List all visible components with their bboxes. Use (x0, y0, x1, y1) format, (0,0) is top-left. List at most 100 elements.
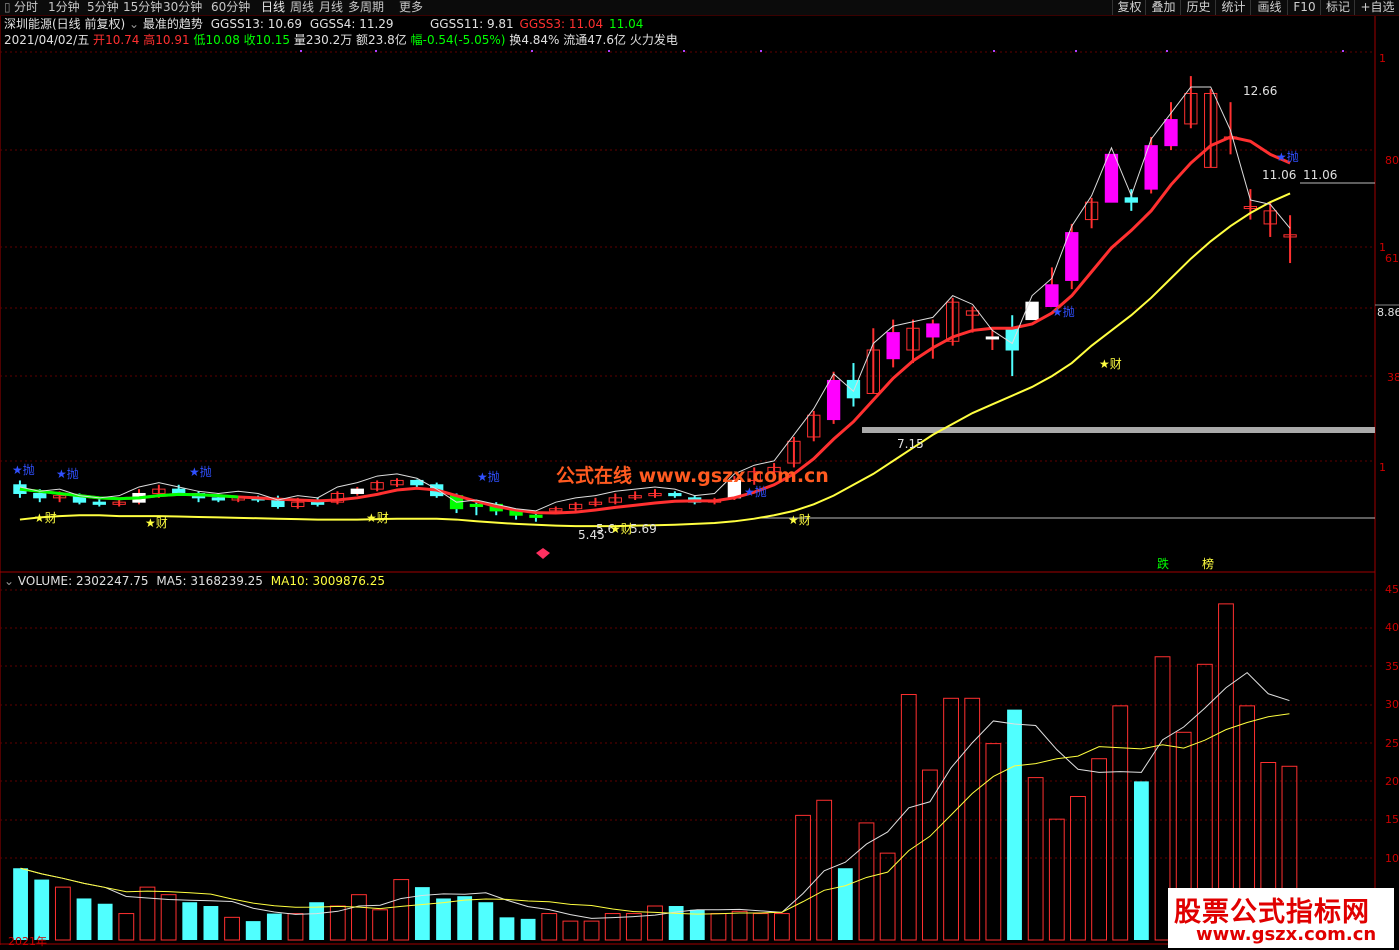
volume-bar (795, 814, 811, 941)
volume-ma5-line (20, 671, 1290, 919)
candle-body (92, 501, 106, 505)
volume-bar (752, 913, 769, 941)
signal-dot (683, 50, 685, 52)
volume-bar (816, 799, 833, 941)
high-price-label: 12.66 (1243, 84, 1278, 98)
volume-label: VOLUME: 2302247.75 (17, 574, 149, 588)
buy-mark: ★财 (366, 511, 389, 525)
ma-green-segment (19, 487, 239, 501)
volume-tick: 40 (1385, 621, 1399, 634)
volume-bar (478, 902, 494, 940)
volume-bar (773, 913, 790, 941)
volume-bar (858, 822, 875, 941)
volume-bar (562, 920, 579, 941)
volume-bar (182, 902, 198, 940)
volume-bar (436, 898, 451, 940)
candle-body (1065, 232, 1079, 281)
signal-dot (375, 50, 377, 52)
candle-body (985, 336, 1000, 340)
signal-dot (1166, 50, 1168, 52)
volume-bar (1112, 705, 1129, 941)
corner-watermark: 股票公式指标网 www.gszx.com.cn (1168, 888, 1394, 948)
low-569-label: 5.69 (630, 522, 657, 536)
candle-body (1164, 119, 1178, 147)
candle-body (271, 499, 285, 508)
volume-bar (647, 905, 663, 941)
volume-bar (139, 886, 156, 941)
sell-mark: ★抛 (1052, 305, 1075, 319)
buy-mark: ★财 (34, 511, 57, 525)
buy-mark: ★财 (1099, 357, 1122, 371)
volume-bar (160, 894, 177, 941)
sell-mark: ★抛 (56, 467, 79, 481)
volume-bar (13, 868, 28, 940)
price-tick: 61 (1385, 252, 1399, 265)
volume-ma10-line (20, 713, 1290, 915)
top-label-bang: 榜 (1202, 557, 1215, 571)
candle-body (1104, 153, 1119, 203)
volume-bar (76, 898, 92, 940)
candle-body (1124, 197, 1138, 203)
price-tick-current: 8.86 (1377, 306, 1399, 319)
volume-bar (879, 852, 896, 941)
candle-body (926, 323, 940, 338)
volume-bar (351, 894, 367, 941)
volume-bar (393, 879, 410, 941)
volume-bar (499, 917, 515, 940)
price-tick: 38 (1387, 371, 1399, 384)
volume-tick: 20 (1385, 775, 1399, 788)
candle-body (529, 514, 543, 518)
signal-dot (1075, 50, 1077, 52)
signal-dot (608, 50, 610, 52)
volume-bar (224, 916, 240, 941)
corner-watermark-url: www.gszx.com.cn (1196, 924, 1377, 945)
signal-dot (1342, 50, 1344, 52)
price-tick: 1 (1379, 52, 1386, 65)
sell-mark: ★抛 (12, 463, 35, 477)
volume-bar (266, 913, 282, 940)
ma10-label: MA10: 3009876.25 (270, 574, 385, 588)
top-label-die: 跌 (1157, 557, 1170, 571)
volume-bar (309, 902, 325, 940)
volume-bar (1091, 758, 1108, 941)
volume-bar (837, 868, 853, 940)
volume-bar (541, 913, 558, 941)
volume-header: ⌄ VOLUME: 2302247.75 MA5: 3168239.25 MA1… (4, 573, 385, 589)
candle-body (211, 497, 226, 501)
volume-bar (34, 879, 50, 940)
x-axis-year: 2021年 (8, 935, 47, 948)
volume-bar (97, 903, 113, 940)
volume-bar (457, 896, 473, 940)
candle-body (846, 379, 861, 399)
buy-mark: ★财 (610, 522, 633, 536)
volume-bar (731, 910, 748, 941)
volume-bar (922, 769, 938, 941)
trend-white-line (19, 86, 1291, 512)
signal-dot (300, 50, 302, 52)
candle-body (310, 501, 325, 505)
volume-bar (54, 886, 71, 941)
volume-bar (1070, 795, 1086, 941)
volume-bar (1133, 781, 1149, 940)
sell-mark: ★抛 (1276, 150, 1299, 164)
volume-bar (625, 913, 642, 941)
price-tick: 1 (1379, 461, 1386, 474)
volume-tick: 30 (1385, 698, 1399, 711)
buy-mark: ★财 (145, 516, 168, 530)
volume-bar (372, 909, 388, 941)
candle-body (826, 379, 841, 421)
volume-tick: 35 (1385, 660, 1399, 673)
sell-mark: ★抛 (189, 465, 212, 479)
volume-bar (520, 918, 536, 940)
volume-bar (583, 920, 600, 941)
price-label-a: 11.06 (1262, 168, 1297, 182)
level-715-label: 7.15 (897, 437, 924, 451)
volume-dropdown-icon[interactable]: ⌄ (4, 574, 14, 588)
candle-body (668, 492, 682, 497)
signal-dot (993, 50, 995, 52)
volume-bar (985, 743, 1002, 941)
diamond-icon (536, 548, 550, 559)
volume-bar (900, 694, 917, 941)
volume-bar (287, 913, 304, 941)
center-watermark: 公式在线 www.gszx.com.cn (556, 465, 829, 487)
